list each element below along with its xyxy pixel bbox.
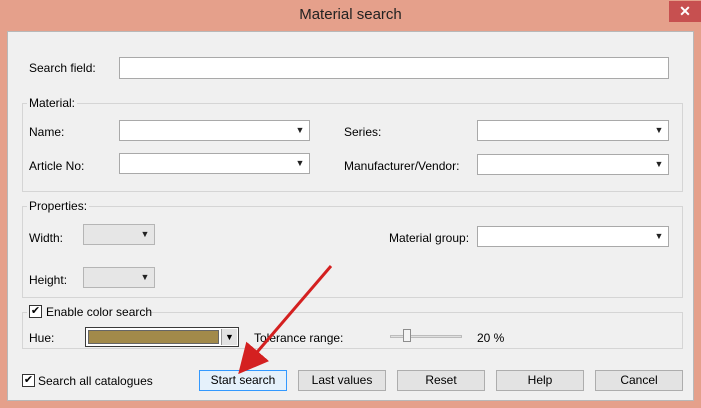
name-label: Name:: [29, 125, 65, 139]
search-field-label: Search field:: [29, 61, 96, 75]
cancel-button[interactable]: Cancel: [595, 370, 683, 391]
chevron-down-icon: ▼: [654, 231, 664, 241]
chevron-down-icon: ▼: [140, 272, 150, 282]
last-values-button[interactable]: Last values: [298, 370, 386, 391]
start-search-button[interactable]: Start search: [199, 370, 287, 391]
tolerance-slider-thumb[interactable]: [402, 329, 411, 342]
width-dropdown[interactable]: ▼: [83, 224, 155, 245]
title-bar: Material search ✕: [0, 0, 701, 31]
series-dropdown[interactable]: ▼: [477, 120, 669, 141]
color-search-header: ✔ Enable color search: [27, 305, 152, 319]
dialog-client-area: Search field: Material: Name: ▼ Series: …: [7, 31, 694, 401]
chevron-down-icon: ▼: [654, 159, 664, 169]
material-group-dropdown[interactable]: ▼: [477, 226, 669, 247]
material-group-title: Material:: [27, 96, 78, 110]
article-no-dropdown[interactable]: ▼: [119, 153, 310, 174]
tolerance-slider-track[interactable]: [390, 335, 462, 338]
hue-color-swatch: [88, 330, 219, 344]
help-button[interactable]: Help: [496, 370, 584, 391]
material-search-window: Material search ✕ Search field: Material…: [0, 0, 701, 408]
tolerance-range-label: Tolerance range:: [254, 331, 344, 345]
enable-color-search-checkbox[interactable]: ✔: [29, 305, 42, 318]
material-group: [22, 103, 683, 192]
reset-button[interactable]: Reset: [397, 370, 485, 391]
hue-label: Hue:: [29, 331, 55, 345]
enable-color-search-label: Enable color search: [46, 305, 153, 319]
manufacturer-dropdown[interactable]: ▼: [477, 154, 669, 175]
search-input[interactable]: [119, 57, 669, 79]
close-button[interactable]: ✕: [669, 1, 701, 22]
height-label: Height:: [29, 273, 68, 287]
properties-group-title: Properties:: [27, 199, 90, 213]
search-all-catalogues-label: Search all catalogues: [38, 374, 153, 388]
chevron-down-icon: ▼: [295, 158, 305, 168]
height-dropdown[interactable]: ▼: [83, 267, 155, 288]
chevron-down-icon: ▼: [140, 229, 150, 239]
material-group-label: Material group:: [389, 231, 470, 245]
chevron-down-icon: ▼: [295, 125, 305, 135]
window-title: Material search: [299, 6, 402, 23]
width-label: Width:: [29, 231, 64, 245]
manufacturer-label: Manufacturer/Vendor:: [344, 159, 460, 173]
search-all-catalogues-checkbox[interactable]: ✔: [22, 374, 35, 387]
hue-dropdown[interactable]: ▼: [85, 327, 239, 347]
article-no-label: Article No:: [29, 159, 85, 173]
name-dropdown[interactable]: ▼: [119, 120, 310, 141]
chevron-down-icon: ▼: [221, 329, 237, 345]
chevron-down-icon: ▼: [654, 125, 664, 135]
close-icon: ✕: [679, 3, 691, 19]
series-label: Series:: [344, 125, 382, 139]
tolerance-value: 20 %: [477, 331, 505, 345]
